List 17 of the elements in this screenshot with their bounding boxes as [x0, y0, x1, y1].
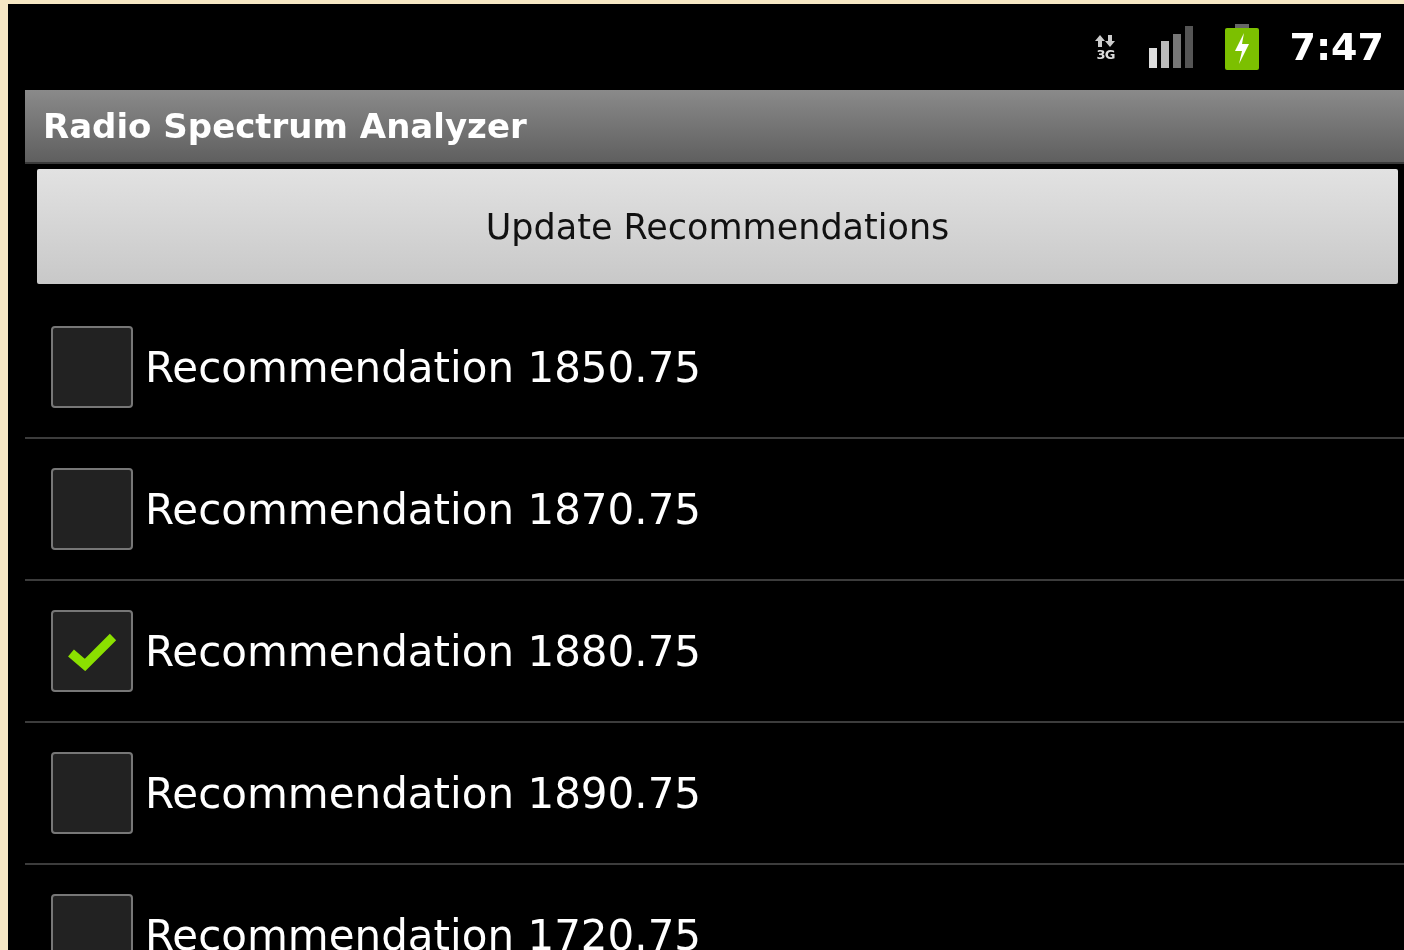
- update-button[interactable]: Update Recommendations: [37, 169, 1398, 284]
- signal-icon: [1149, 26, 1196, 68]
- data-arrows-icon: [1094, 33, 1117, 48]
- network-type: 3G: [1096, 47, 1115, 61]
- window-title: Radio Spectrum Analyzer: [43, 106, 527, 146]
- checkmark-icon: [67, 631, 117, 671]
- checkbox[interactable]: [51, 468, 133, 550]
- battery-charging-icon: [1225, 24, 1260, 70]
- recommendation-label: Recommendation 1870.75: [145, 484, 702, 534]
- checkbox[interactable]: [51, 326, 133, 408]
- recommendation-label: Recommendation 1890.75: [145, 768, 702, 818]
- checkbox[interactable]: [51, 610, 133, 692]
- recommendation-label: Recommendation 1850.75: [145, 342, 702, 392]
- clock: 7:47: [1289, 25, 1384, 69]
- checkbox[interactable]: [51, 752, 133, 834]
- recommendation-label: Recommendation 1880.75: [145, 626, 702, 676]
- recommendation-label: Recommendation 1720.75: [145, 910, 702, 950]
